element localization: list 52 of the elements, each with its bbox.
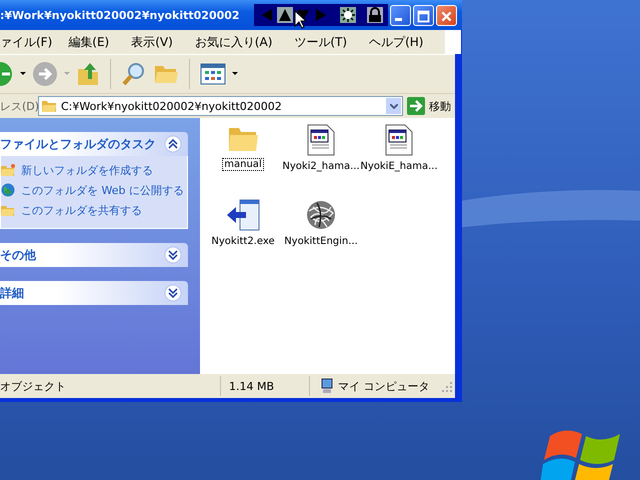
- folder-up-icon[interactable]: [76, 61, 100, 87]
- maximize-button[interactable]: [413, 4, 434, 26]
- panel-header[interactable]: ファイルとフォルダのタスク: [0, 132, 188, 156]
- right-arrow-icon: [407, 97, 425, 115]
- mouse-cursor-icon: [294, 10, 306, 29]
- task-link[interactable]: 新しいフォルダを作成する: [21, 162, 153, 178]
- minimize-button[interactable]: [390, 4, 411, 26]
- panel-header[interactable]: 詳細: [0, 281, 188, 305]
- task-link[interactable]: このフォルダを共有する: [21, 202, 142, 218]
- chevron-icon[interactable]: [164, 246, 182, 264]
- menu-item[interactable]: 表示(V): [131, 34, 173, 50]
- lock-icon[interactable]: [367, 7, 383, 23]
- window-title: :¥Work¥nyokitt020002¥nyokitt020002: [0, 8, 241, 22]
- address-field[interactable]: C:¥Work¥nyokitt020002¥nyokitt020002: [38, 96, 403, 116]
- folder-icon: [41, 99, 57, 113]
- file-name[interactable]: NyokittEngin...: [282, 235, 360, 248]
- chevron-icon[interactable]: [164, 135, 182, 153]
- menu-item[interactable]: ヘルプ(H): [369, 34, 424, 50]
- task-link[interactable]: このフォルダを Web に公開する: [21, 182, 184, 198]
- go-button[interactable]: 移動: [403, 97, 455, 115]
- menu-item[interactable]: 編集(E): [68, 34, 110, 50]
- status-size: 1.14 MB: [220, 376, 309, 396]
- status-location: マイ コンピュータ: [338, 378, 430, 394]
- dropdown-caret-icon[interactable]: [232, 72, 238, 76]
- address-label: レス(D): [0, 98, 38, 114]
- menu-item[interactable]: ツール(T): [294, 34, 348, 50]
- menu-item[interactable]: ァイル(F): [0, 34, 52, 50]
- dropdown-button[interactable]: [386, 98, 401, 114]
- program-shortcut-icon[interactable]: [226, 199, 260, 231]
- search-icon[interactable]: [121, 61, 147, 87]
- status-text: オブジェクト: [0, 378, 67, 394]
- back-icon[interactable]: [0, 61, 14, 87]
- folder-icon: [1, 163, 15, 177]
- panel-header[interactable]: その他: [0, 243, 188, 267]
- html-document-icon[interactable]: [307, 124, 335, 156]
- sun-icon[interactable]: [340, 7, 356, 23]
- computer-icon: [320, 378, 334, 394]
- file-name[interactable]: manual: [222, 158, 264, 171]
- menu-item[interactable]: お気に入り(A): [194, 34, 272, 50]
- dropdown-caret-icon[interactable]: [20, 72, 26, 76]
- close-button[interactable]: [436, 4, 457, 26]
- folder-icon: [1, 203, 15, 217]
- globe-icon: [1, 183, 15, 197]
- up-arrow-icon[interactable]: [277, 7, 293, 23]
- html-document-icon[interactable]: [385, 124, 413, 156]
- resize-grip-icon[interactable]: [441, 380, 453, 392]
- scribble-ball-icon[interactable]: [305, 199, 337, 231]
- minimize-icon: [395, 18, 402, 20]
- chevron-icon[interactable]: [164, 284, 182, 302]
- chevron-down-icon: [390, 104, 398, 108]
- view-grid-icon[interactable]: [200, 63, 226, 85]
- file-name[interactable]: Nyokitt2.exe: [209, 235, 277, 248]
